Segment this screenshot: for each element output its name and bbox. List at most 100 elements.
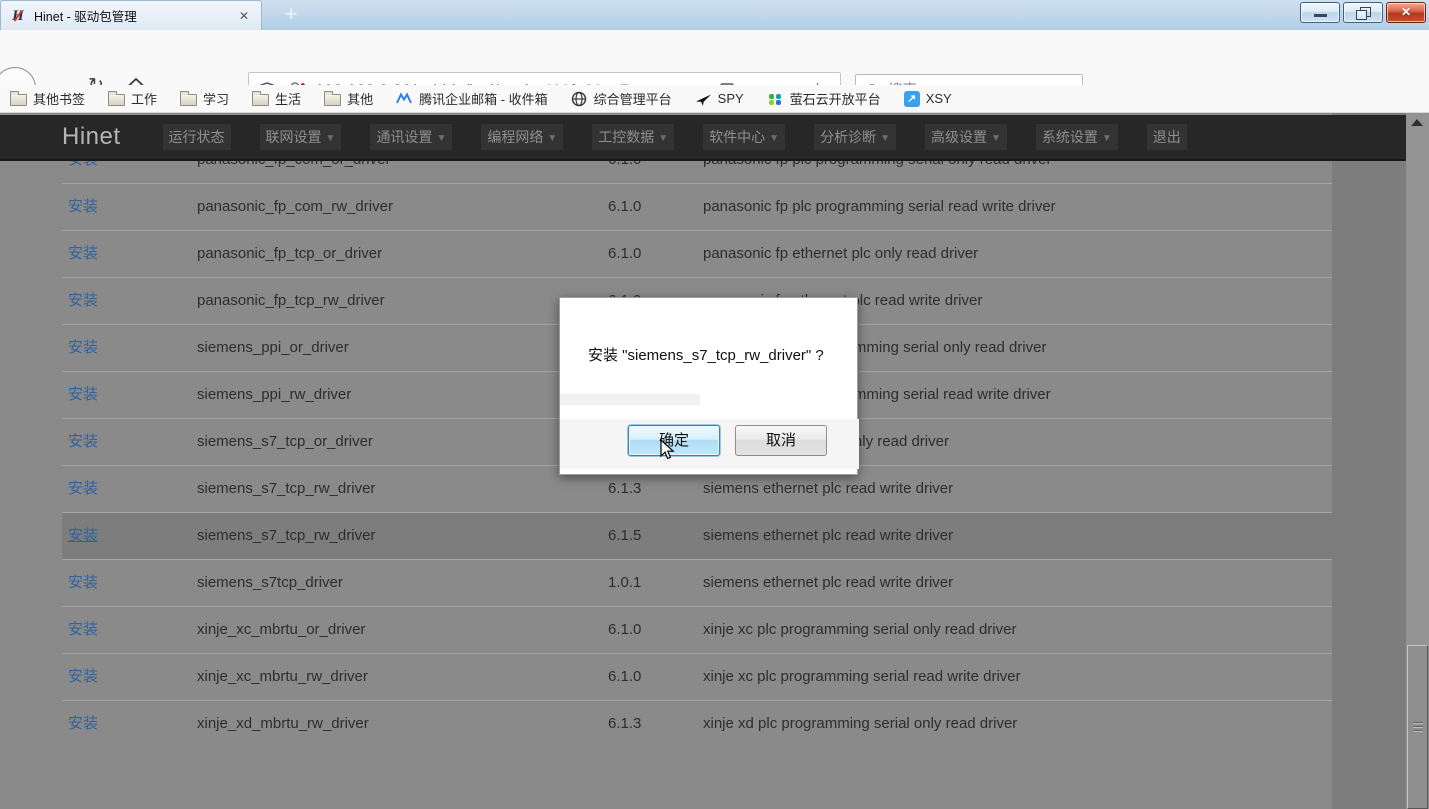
site-menu-item[interactable]: 系统设置▼ (1036, 124, 1118, 150)
browser-tab[interactable]: H Hinet - 驱动包管理 ✕ (0, 0, 262, 30)
page-scrollbar[interactable] (1406, 113, 1429, 809)
cancel-button[interactable]: 取消 (735, 425, 827, 456)
bookmark-label: XSY (926, 91, 952, 106)
bookmark-icon (180, 94, 197, 106)
driver-version: 6.1.3 (608, 701, 641, 747)
driver-name: xinje_xd_mbrtu_rw_driver (197, 701, 369, 747)
bookmark-label: 其他 (347, 89, 373, 108)
menu-label: 通讯设置 (376, 129, 432, 145)
bookmark-icon (695, 91, 712, 107)
driver-description: panasonic fp ethernet plc only read driv… (703, 231, 978, 277)
close-button[interactable]: ✕ (1386, 2, 1426, 23)
table-row: 安装 xinje_xd_mbrtu_rw_driver 6.1.3 xinje … (62, 700, 1332, 747)
table-row: 安装 xinje_xc_mbrtu_rw_driver 6.1.0 xinje … (62, 653, 1332, 700)
install-link[interactable]: 安装 (68, 513, 98, 559)
minimize-button[interactable] (1300, 2, 1340, 23)
driver-name: siemens_s7_tcp_rw_driver (197, 466, 375, 512)
site-navbar: Hinet 运行状态▼ 联网设置▼ 通讯设置▼ 编程网络▼ 工控数据▼ 软件中心… (0, 115, 1406, 161)
dialog-stripe (560, 394, 700, 405)
driver-name: siemens_ppi_rw_driver (197, 372, 351, 418)
driver-name: xinje_xc_mbrtu_rw_driver (197, 654, 368, 700)
chevron-down-icon: ▼ (436, 133, 446, 144)
install-link[interactable]: 安装 (68, 701, 98, 747)
install-link[interactable]: 安装 (68, 560, 98, 606)
site-menu-item[interactable]: 退出▼ (1147, 124, 1187, 150)
bookmark-label: 工作 (131, 89, 157, 108)
site-menu-item[interactable]: 运行状态▼ (163, 124, 231, 150)
install-link[interactable]: 安装 (68, 466, 98, 512)
site-menu: 运行状态▼ 联网设置▼ 通讯设置▼ 编程网络▼ 工控数据▼ 软件中心▼ 分析诊断… (163, 124, 1187, 150)
bookmark-item[interactable]: SPY (691, 88, 748, 110)
driver-name: siemens_s7_tcp_rw_driver (197, 513, 375, 559)
tab-close-icon[interactable]: ✕ (235, 7, 253, 25)
table-row: 安装 siemens_s7tcp_driver 1.0.1 siemens et… (62, 559, 1332, 606)
bookmark-item[interactable]: 学习 (176, 88, 233, 110)
tab-bar: H Hinet - 驱动包管理 ✕ + ✕ (0, 0, 1429, 30)
driver-name: siemens_s7tcp_driver (197, 560, 343, 606)
site-menu-item[interactable]: 高级设置 ▼ (925, 124, 1007, 150)
driver-description: siemens ethernet plc read write driver (703, 560, 953, 606)
site-menu-item[interactable]: 软件中心▼ (703, 124, 785, 150)
bookmark-icon (767, 91, 784, 107)
bookmark-item[interactable]: 工作 (104, 88, 161, 110)
install-link[interactable]: 安装 (68, 372, 98, 418)
page-right-margin (1332, 113, 1406, 809)
driver-description: xinje xc plc programming serial read wri… (703, 654, 1021, 700)
chevron-down-icon: ▼ (991, 133, 1001, 144)
driver-name: siemens_s7_tcp_or_driver (197, 419, 373, 465)
chevron-down-icon: ▼ (1102, 133, 1112, 144)
bookmark-item[interactable]: 萤石云开放平台 (763, 88, 885, 110)
install-link[interactable]: 安装 (68, 607, 98, 653)
install-link[interactable]: 安装 (68, 231, 98, 277)
site-logo[interactable]: Hinet (62, 123, 121, 151)
bookmark-icon (252, 94, 269, 106)
install-link[interactable]: 安装 (68, 278, 98, 324)
install-link[interactable]: 安装 (68, 419, 98, 465)
chevron-down-icon: ▼ (326, 133, 336, 144)
site-menu-item[interactable]: 分析诊断▼ (814, 124, 896, 150)
window-controls: ✕ (1300, 2, 1426, 23)
restore-button[interactable] (1343, 2, 1383, 23)
install-link[interactable]: 安装 (68, 325, 98, 371)
tab-title: Hinet - 驱动包管理 (34, 6, 219, 25)
install-link[interactable]: 安装 (68, 654, 98, 700)
chevron-down-icon: ▼ (658, 133, 668, 144)
driver-name: xinje_xc_mbrtu_or_driver (197, 607, 365, 653)
bookmark-icon (396, 91, 413, 107)
table-row: 安装 xinje_xc_mbrtu_or_driver 6.1.0 xinje … (62, 606, 1332, 653)
new-tab-button[interactable]: + (276, 0, 306, 30)
menu-label: 工控数据 (598, 129, 654, 145)
bookmark-label: 学习 (203, 89, 229, 108)
site-menu-item[interactable]: 工控数据 ▼ (592, 124, 674, 150)
driver-version: 1.0.1 (608, 560, 641, 606)
site-menu-item[interactable]: 编程网络▼ (481, 124, 563, 150)
mouse-cursor (660, 439, 676, 461)
menu-label: 退出 (1153, 129, 1181, 145)
bookmark-item[interactable]: 腾讯企业邮箱 - 收件箱 (392, 88, 552, 110)
confirm-dialog: 安装 "siemens_s7_tcp_rw_driver" ? 确定 取消 (559, 297, 858, 475)
scrollbar-thumb[interactable] (1407, 645, 1428, 809)
install-link[interactable]: 安装 (68, 184, 98, 230)
scrollbar-up-arrow-icon[interactable] (1411, 119, 1423, 126)
bookmark-item[interactable]: 其他 (320, 88, 377, 110)
bookmark-item[interactable]: XSY (900, 88, 956, 110)
bookmark-label: 生活 (275, 89, 301, 108)
menu-label: 联网设置 (266, 129, 322, 145)
bookmark-item[interactable]: 综合管理平台 (567, 88, 676, 110)
browser-window: H Hinet - 驱动包管理 ✕ + ✕ ← → ↻ 192.168.9.99… (0, 0, 1429, 809)
bookmark-item[interactable]: 其他书签 (6, 88, 89, 110)
site-menu-item[interactable]: 通讯设置 ▼ (370, 124, 452, 150)
site-favicon: H (10, 8, 26, 24)
bookmark-item[interactable]: 生活 (248, 88, 305, 110)
site-menu-item[interactable]: 联网设置 ▼ (260, 124, 342, 150)
bookmark-icon (571, 91, 588, 107)
chevron-down-icon: ▼ (880, 133, 890, 144)
driver-name: panasonic_fp_com_rw_driver (197, 184, 393, 230)
driver-name: siemens_ppi_or_driver (197, 325, 349, 371)
page-content: 安装 panasonic_fp_com_or_driver 6.1.0 pana… (0, 113, 1406, 809)
scrollbar-grip (1413, 722, 1423, 733)
menu-label: 编程网络 (487, 129, 543, 145)
menu-label: 高级设置 (931, 129, 987, 145)
driver-description: xinje xd plc programming serial only rea… (703, 701, 1017, 747)
table-row: 安装 siemens_s7_tcp_rw_driver 6.1.5 siemen… (62, 512, 1332, 559)
